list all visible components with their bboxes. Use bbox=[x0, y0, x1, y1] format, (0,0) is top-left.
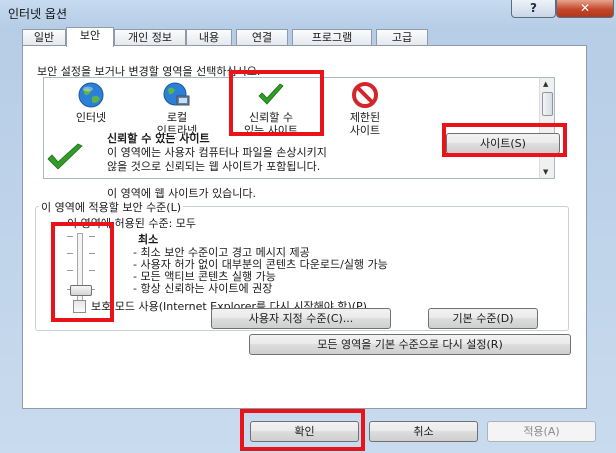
slider-tick bbox=[67, 270, 73, 271]
tab-content[interactable]: 내용 bbox=[186, 29, 232, 46]
cancel-button[interactable]: 취소 bbox=[369, 421, 478, 442]
zone-restricted-label-1: 제한된 bbox=[349, 111, 381, 124]
tab-advanced[interactable]: 고급 bbox=[376, 29, 428, 46]
allowed-level-label: 이 영역에 허용된 수준: 모두 bbox=[67, 217, 197, 230]
slider-tick bbox=[89, 236, 95, 237]
tab-general[interactable]: 일반 bbox=[22, 29, 66, 46]
security-tab-panel: 보안 설정을 보거나 변경할 영역을 선택하십시오. 인터넷 로컬 인트라넷 신… bbox=[22, 45, 587, 409]
zone-internet[interactable]: 인터넷 bbox=[56, 78, 126, 124]
default-level-button[interactable]: 기본 수준(D) bbox=[428, 308, 538, 329]
intranet-globe-icon bbox=[163, 82, 190, 106]
help-button[interactable]: ? bbox=[511, 0, 556, 18]
zone-list-scrollbar[interactable]: ▲ ▼ bbox=[539, 78, 554, 178]
reset-all-zones-button[interactable]: 모든 영역을 기본 수준으로 다시 설정(R) bbox=[249, 334, 571, 355]
custom-level-button[interactable]: 사용자 지정 수준(C)... bbox=[211, 308, 391, 329]
scrollbar-thumb[interactable] bbox=[542, 92, 553, 116]
title-bar: 인터넷 옵션 ? ✕ bbox=[0, 0, 616, 24]
zone-restricted-label-2: 사이트 bbox=[349, 124, 381, 137]
selected-zone-checkmark-icon bbox=[47, 143, 83, 170]
tab-connections[interactable]: 연결 bbox=[236, 29, 288, 46]
slider-tick bbox=[67, 253, 73, 254]
zone-trusted-sites[interactable]: 신뢰할 수 있는 사이트 bbox=[228, 78, 314, 137]
zone-title: 신뢰할 수 있는 사이트 bbox=[107, 132, 210, 145]
ok-button[interactable]: 확인 bbox=[250, 421, 359, 442]
protected-mode-checkbox[interactable] bbox=[73, 299, 86, 313]
slider-tick bbox=[67, 236, 73, 237]
zone-trusted-label-2: 있는 사이트 bbox=[243, 124, 299, 137]
zone-description-line-1: 이 영역에는 사용자 컴퓨터나 파일을 손상시키지 bbox=[107, 146, 327, 159]
zone-internet-label: 인터넷 bbox=[75, 111, 107, 124]
checkmark-icon bbox=[258, 83, 284, 105]
slider-tick bbox=[89, 270, 95, 271]
apply-button[interactable]: 적용(A) bbox=[487, 421, 596, 442]
zone-description-line-2: 않을 것으로 신뢰되는 웹 사이트가 포함됩니다. bbox=[107, 160, 321, 173]
scroll-up-arrow-icon[interactable]: ▲ bbox=[543, 80, 548, 88]
zone-restricted-sites[interactable]: 제한된 사이트 bbox=[330, 78, 400, 137]
security-level-title: 최소 bbox=[138, 233, 159, 246]
zone-trusted-label-1: 신뢰할 수 bbox=[249, 111, 293, 124]
globe-icon bbox=[78, 82, 104, 108]
restricted-icon bbox=[352, 82, 378, 108]
scroll-down-arrow-icon[interactable]: ▼ bbox=[543, 168, 548, 176]
tab-privacy[interactable]: 개인 정보 bbox=[114, 29, 186, 46]
security-level-slider-thumb[interactable] bbox=[70, 285, 92, 296]
tab-security[interactable]: 보안 bbox=[66, 27, 114, 47]
window-title: 인터넷 옵션 bbox=[8, 7, 68, 21]
slider-tick bbox=[89, 253, 95, 254]
internet-options-window: 인터넷 옵션 ? ✕ 일반 보안 개인 정보 내용 연결 프로그램 고급 보안 … bbox=[0, 0, 616, 453]
sites-button[interactable]: 사이트(S) bbox=[446, 133, 560, 154]
zone-intranet-label-1: 로컬 bbox=[166, 111, 188, 124]
security-level-group-label: 이 영역에 적용할 보안 수준(L) bbox=[39, 199, 184, 215]
security-level-description: - 최소 보안 수준이고 경고 메시지 제공 - 사용자 허가 없이 대부분의 … bbox=[133, 247, 388, 295]
tab-programs[interactable]: 프로그램 bbox=[292, 29, 372, 46]
zone-description: 이 영역에는 사용자 컴퓨터나 파일을 손상시키지 않을 것으로 신뢰되는 웹 … bbox=[107, 146, 417, 174]
close-button[interactable]: ✕ bbox=[556, 0, 614, 18]
level-bullet: - 항상 신뢰하는 사이트에 권장 bbox=[133, 282, 273, 295]
zone-local-intranet[interactable]: 로컬 인트라넷 bbox=[142, 78, 212, 137]
